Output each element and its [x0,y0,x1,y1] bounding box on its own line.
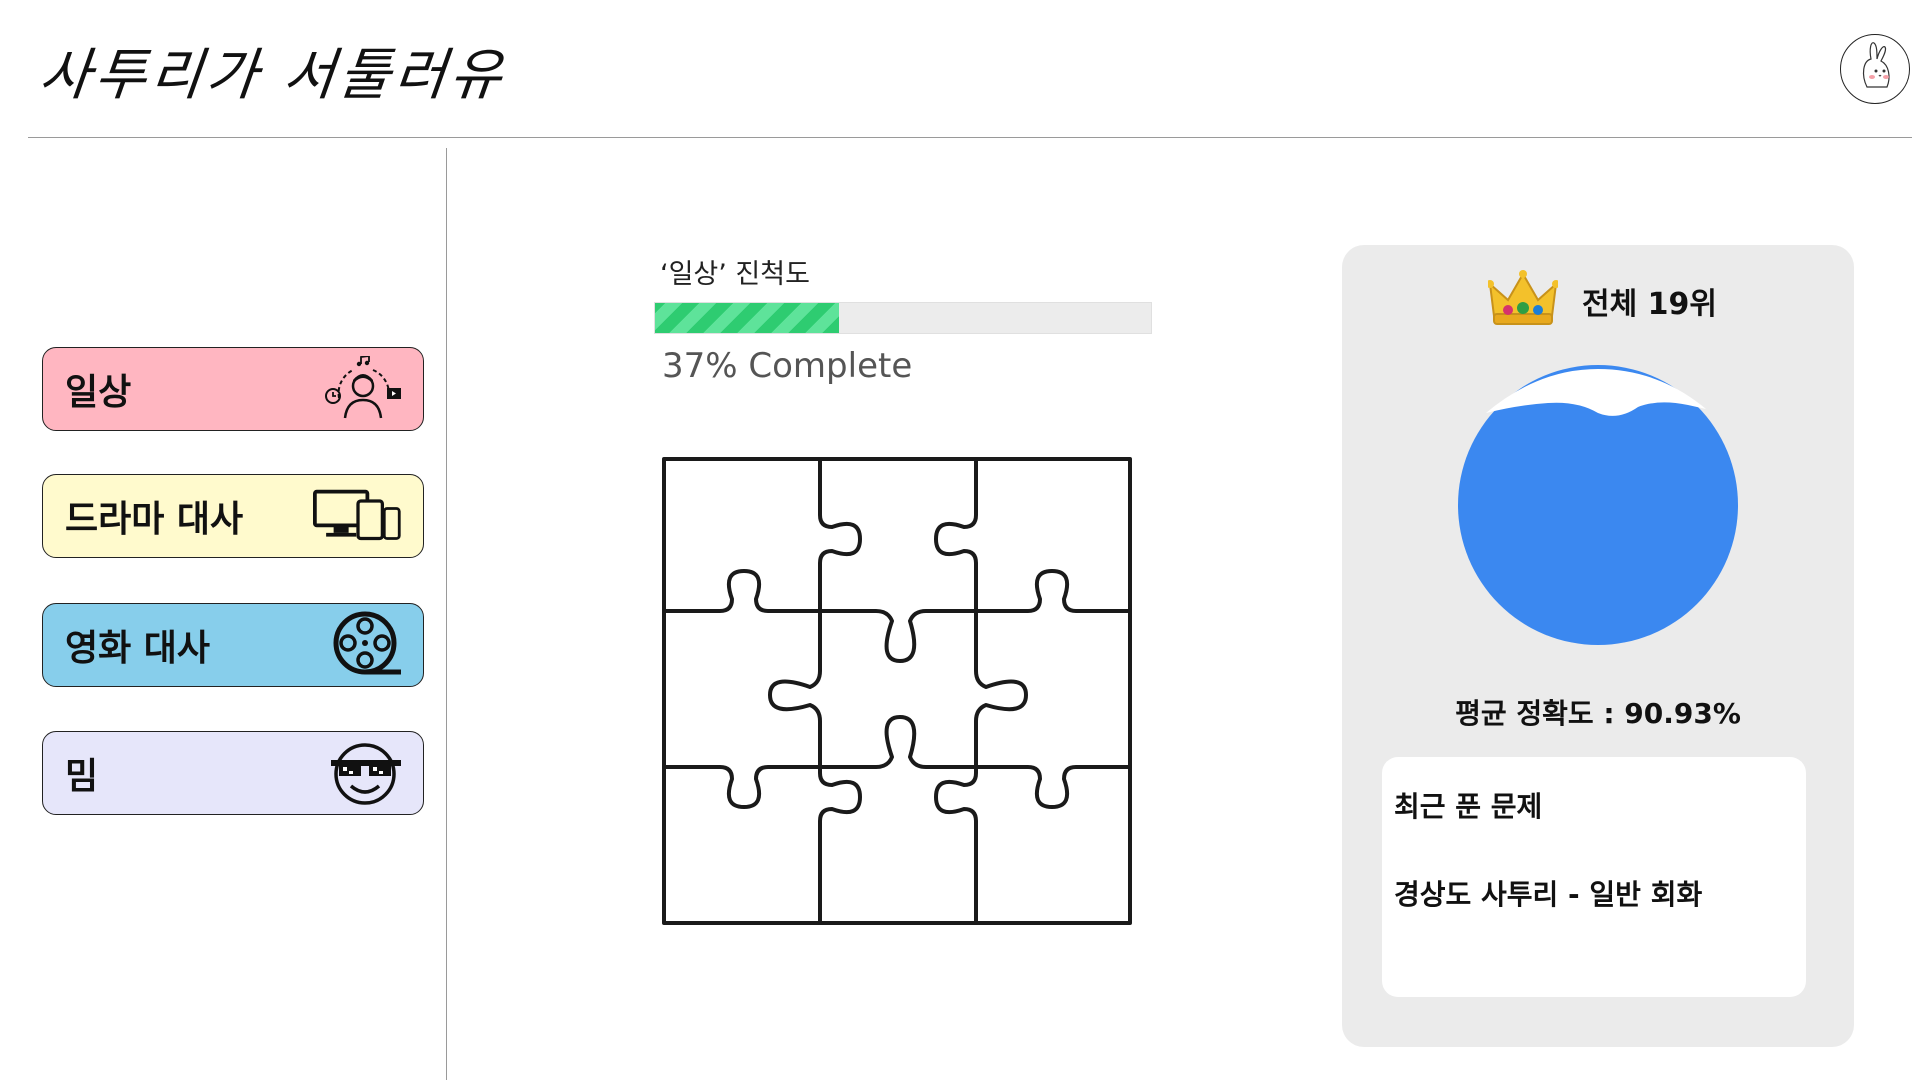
recent-problems-card: 최근 푼 문제 경상도 사투리 - 일반 회화 [1382,757,1806,997]
category-daily-button[interactable]: 일상 [42,347,424,431]
accuracy-text: 평균 정확도 : 90.93% [1455,697,1741,730]
recent-problems-title: 최근 푼 문제 [1394,790,1543,823]
daily-life-icon [313,354,403,424]
rabbit-avatar-icon[interactable] [1840,34,1910,104]
progress-label: 37% Complete [662,346,913,386]
rank-row: 전체 19위 [1486,270,1717,332]
water-level-icon [1458,365,1738,649]
puzzle-icon [660,455,1134,931]
progress-bar-fill [655,303,839,333]
stats-panel: 전체 19위 평균 정확도 : 90.93% 최근 푼 문제 경상도 사투리 -… [1342,245,1854,1047]
progress-bar [654,302,1152,334]
app-title: 사투리가 서툴러유 [36,43,509,108]
film-reel-icon [313,610,403,680]
category-movie-button[interactable]: 영화 대사 [42,603,424,687]
header-divider [28,137,1912,138]
progress-title: ‘일상’ 진척도 [660,259,810,290]
rank-text: 전체 19위 [1582,287,1717,322]
category-drama-label: 드라마 대사 [65,499,244,540]
category-drama-button[interactable]: 드라마 대사 [42,474,424,558]
crown-icon [1486,270,1560,332]
category-meme-button[interactable]: 밈 [42,731,424,815]
category-daily-label: 일상 [65,372,132,413]
sidebar-divider [446,148,447,1080]
devices-icon [313,481,403,551]
category-movie-label: 영화 대사 [65,628,211,669]
sunglasses-smiley-icon [313,738,403,808]
recent-problem-item[interactable]: 경상도 사투리 - 일반 회화 [1394,873,1702,913]
category-meme-label: 밈 [65,756,99,797]
